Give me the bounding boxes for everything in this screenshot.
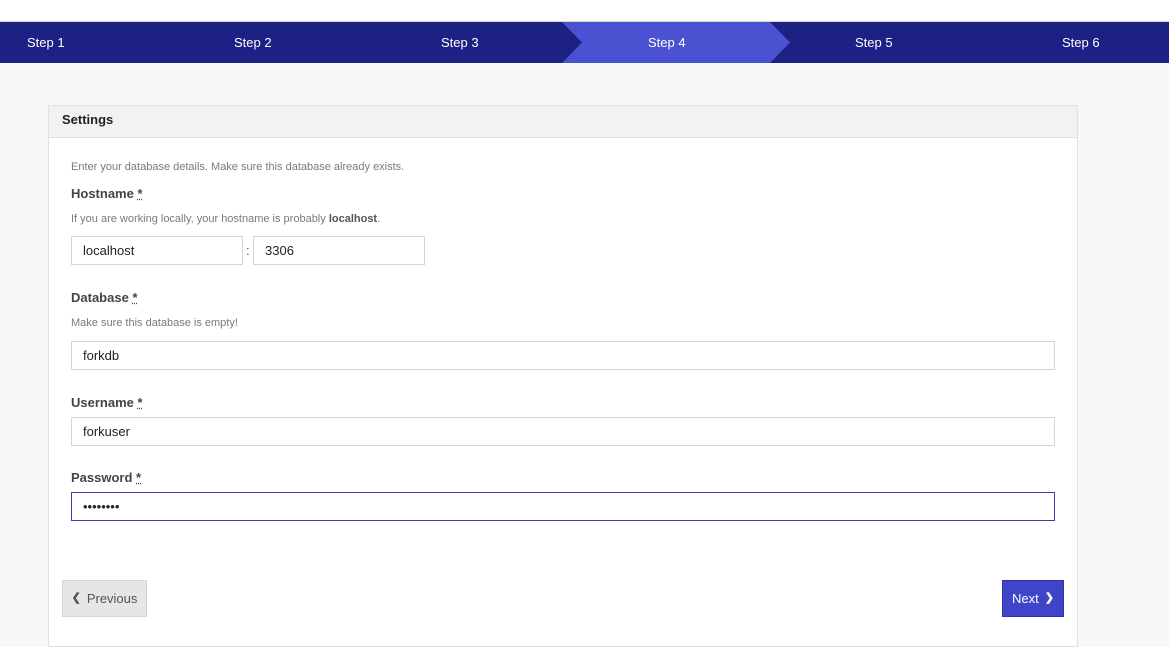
password-label: Password * [71, 470, 141, 485]
database-label: Database * [71, 290, 138, 305]
database-label-text: Database [71, 290, 129, 305]
step-6[interactable]: Step 6 [1062, 22, 1100, 63]
required-marker: * [136, 470, 142, 485]
required-marker: * [137, 395, 143, 410]
step-1[interactable]: Step 1 [27, 22, 65, 63]
password-field[interactable] [71, 492, 1055, 521]
hostname-help-prefix: If you are working locally, your hostnam… [71, 213, 329, 225]
hostname-field[interactable] [71, 236, 243, 265]
step-navigation: Step 1 Step 2 Step 3 Step 4 Step 5 Step … [0, 22, 1169, 63]
chevron-right-icon: ❯ [1044, 592, 1054, 604]
username-label: Username * [71, 395, 143, 410]
settings-panel: Settings Enter your database details. Ma… [48, 105, 1078, 647]
previous-button-label: Previous [86, 591, 138, 606]
hostname-help-bold: localhost [328, 213, 378, 225]
step-5[interactable]: Step 5 [855, 22, 893, 63]
top-bar [0, 0, 1169, 22]
previous-button[interactable]: ❮ Previous [62, 580, 147, 617]
next-button[interactable]: Next ❯ [1002, 580, 1064, 617]
chevron-left-icon: ❮ [71, 592, 81, 604]
hostname-label: Hostname * [71, 186, 143, 201]
panel-title: Settings [49, 106, 1077, 138]
required-marker: * [132, 290, 138, 305]
port-field[interactable] [253, 236, 425, 265]
database-field[interactable] [71, 341, 1055, 370]
username-field[interactable] [71, 417, 1055, 446]
hostname-help: If you are working locally, your hostnam… [71, 213, 380, 225]
next-button-label: Next [1012, 591, 1039, 606]
username-label-text: Username [71, 395, 134, 410]
step-2[interactable]: Step 2 [234, 22, 272, 63]
required-marker: * [137, 186, 143, 201]
step-3[interactable]: Step 3 [441, 22, 479, 63]
intro-text: Enter your database details. Make sure t… [71, 161, 405, 173]
hostname-help-suffix: . [377, 213, 381, 225]
step-4[interactable]: Step 4 [648, 22, 686, 63]
hostname-label-text: Hostname [71, 186, 134, 201]
password-label-text: Password [71, 470, 133, 485]
database-help: Make sure this database is empty! [71, 317, 238, 329]
port-separator: : [246, 243, 250, 258]
